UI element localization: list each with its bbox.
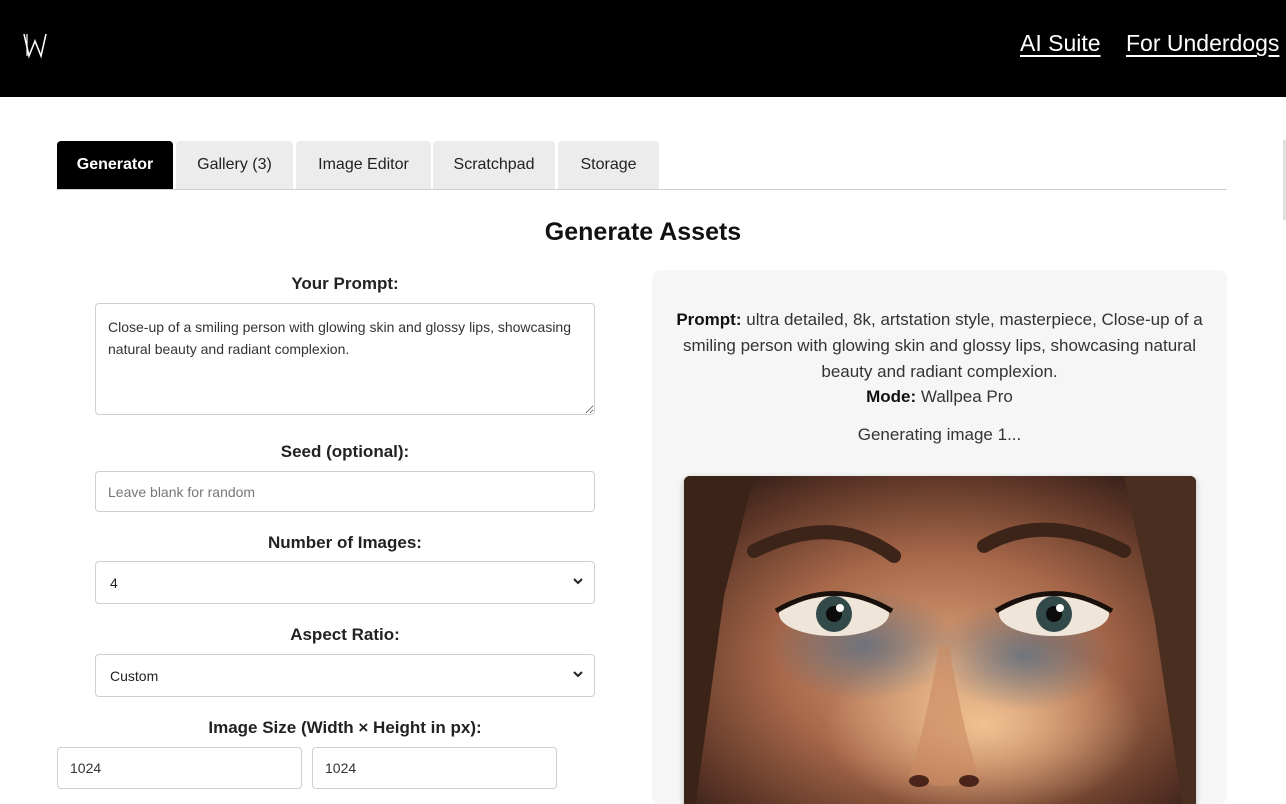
page-title: Generate Assets — [544, 218, 742, 246]
num-images-label: Number of Images: — [268, 533, 422, 552]
tab-generator[interactable]: Generator — [57, 141, 173, 189]
tab-bar: Generator Gallery (3) Image Editor Scrat… — [57, 141, 1227, 190]
num-images-select[interactable]: 4 — [95, 561, 595, 604]
aspect-ratio-select[interactable]: Custom — [95, 654, 595, 697]
seed-label: Seed (optional): — [280, 442, 410, 461]
chevron-down-icon — [573, 671, 583, 678]
tab-storage[interactable]: Storage — [558, 141, 659, 189]
seed-input[interactable] — [95, 471, 595, 512]
width-input[interactable] — [57, 747, 302, 789]
tab-image-editor[interactable]: Image Editor — [296, 141, 431, 189]
chevron-down-icon — [573, 578, 583, 585]
generated-image[interactable] — [684, 476, 1196, 804]
logo-icon[interactable] — [22, 31, 48, 59]
preview-prompt-key: Prompt: — [676, 310, 742, 329]
image-size-label: Image Size (Width × Height in px): — [208, 718, 482, 737]
tab-gallery[interactable]: Gallery (3) — [176, 141, 293, 189]
preview-prompt: Prompt: ultra detailed, 8k, artstation s… — [652, 307, 1227, 385]
height-input[interactable] — [312, 747, 557, 789]
preview-mode-key: Mode: — [866, 387, 917, 406]
top-navigation-bar: AI Suite For Underdogs — [0, 0, 1286, 97]
generation-status: Generating image 1... — [857, 425, 1022, 444]
preview-mode-text: Wallpea Pro — [920, 387, 1013, 406]
portrait-illustration — [684, 476, 1196, 804]
num-images-value: 4 — [110, 574, 118, 591]
nav-link-for-underdogs[interactable]: For Underdogs — [1126, 30, 1279, 57]
prompt-label: Your Prompt: — [291, 274, 399, 293]
nav-link-ai-suite[interactable]: AI Suite — [1020, 30, 1101, 57]
aspect-ratio-label: Aspect Ratio: — [290, 625, 400, 644]
preview-mode: Mode: Wallpea Pro — [652, 384, 1227, 410]
tab-scratchpad[interactable]: Scratchpad — [433, 141, 555, 189]
preview-prompt-text: ultra detailed, 8k, artstation style, ma… — [682, 310, 1203, 381]
aspect-ratio-value: Custom — [110, 667, 159, 684]
preview-panel: Prompt: ultra detailed, 8k, artstation s… — [652, 270, 1227, 804]
prompt-textarea[interactable] — [95, 303, 595, 415]
